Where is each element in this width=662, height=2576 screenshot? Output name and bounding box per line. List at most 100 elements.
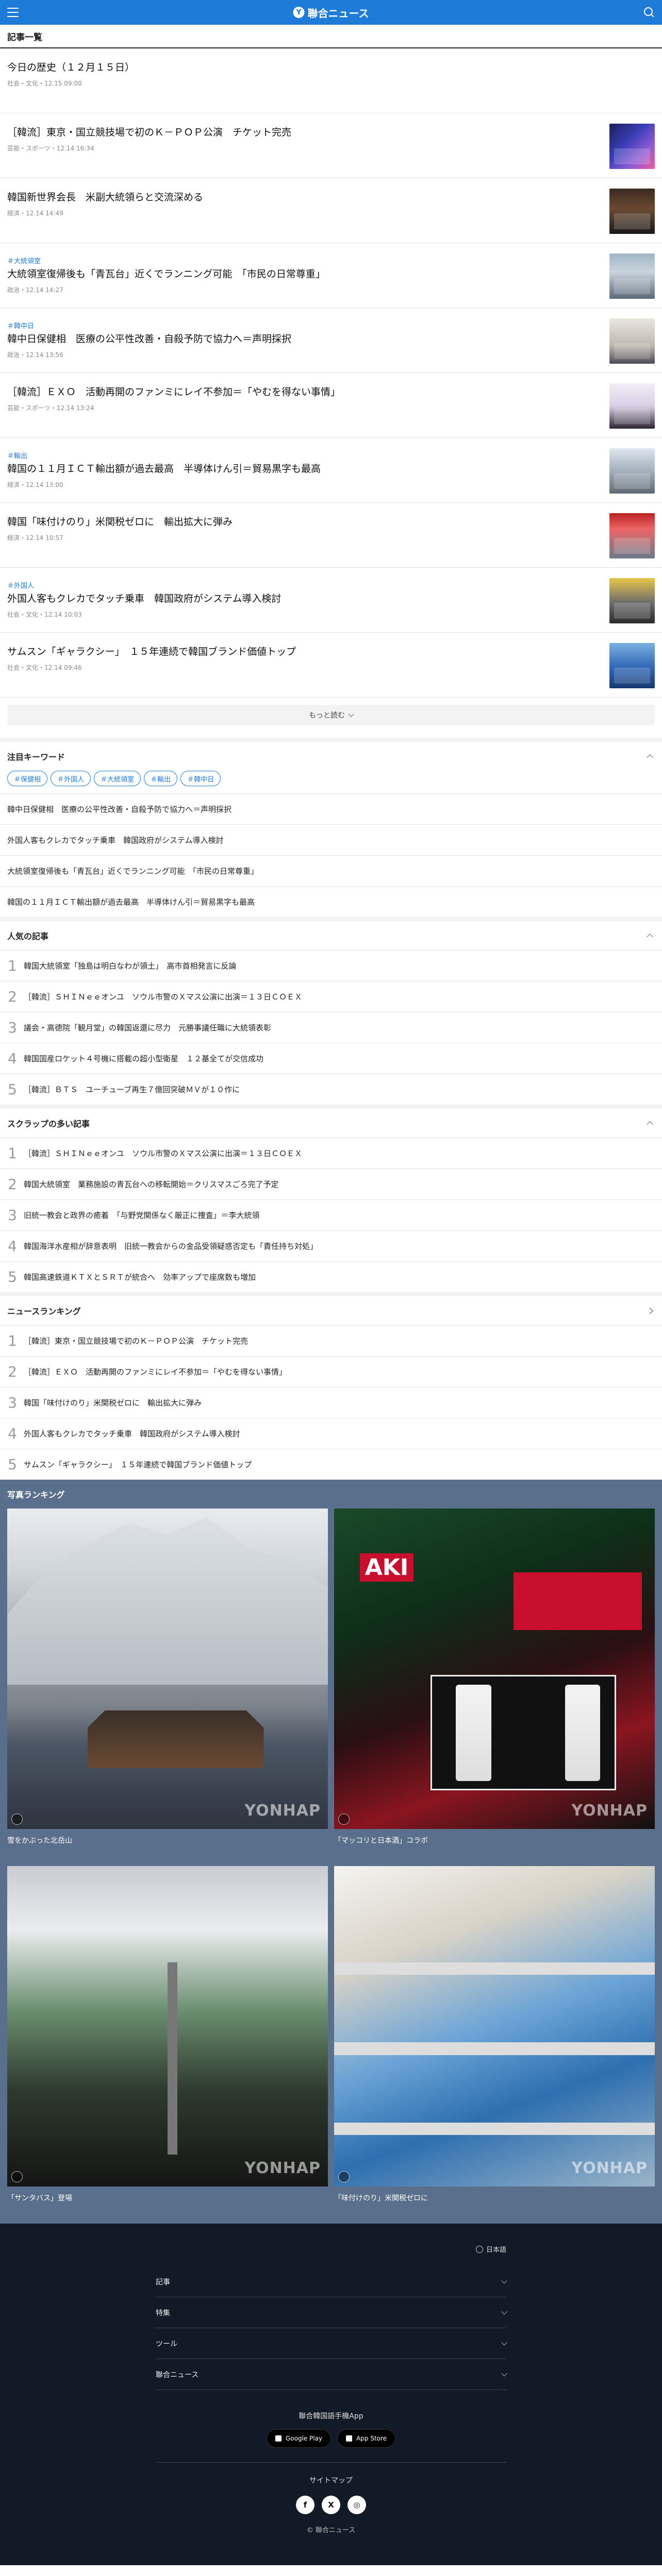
photo-image[interactable]: YONHAP	[7, 1866, 328, 2187]
article-thumbnail[interactable]	[609, 643, 655, 688]
article-thumbnail[interactable]	[609, 253, 655, 299]
ranking-headline[interactable]: 議会・高德院「観月堂」の韓国返還に尽力 元勝事議任職に大統領表彰	[24, 1022, 271, 1033]
hamburger-menu-icon[interactable]	[7, 8, 19, 17]
ranking-item[interactable]: 1 ［韓流］東京・国立競技場で初のＫ－ＰＯＰ公演 チケット完売	[0, 1325, 662, 1356]
keyword-article-link[interactable]: 韓国の１１月ＩＣＴ輸出額が過去最高 半導体けん引＝貿易黒字も最高	[0, 886, 662, 917]
photo-image[interactable]: YONHAP	[334, 1866, 655, 2187]
ranking-headline[interactable]: ［韓流］ＥＸＯ 活動再開のファンミにレイ不参加＝「やむを得ない事情」	[24, 1366, 287, 1377]
photo-card[interactable]: YONHAP 「サンタバス」登場	[7, 1866, 328, 2203]
article-tag[interactable]: ＃韓中日	[7, 320, 599, 330]
ranking-headline[interactable]: ［韓流］東京・国立競技場で初のＫ－ＰＯＰ公演 チケット完売	[24, 1335, 248, 1346]
article-item[interactable]: ＃大統領室 大統領室復帰後も「青瓦台」近くでランニング可能 「市民の日常尊重」 …	[0, 243, 662, 308]
ranking-item[interactable]: 3 議会・高德院「観月堂」の韓国返還に尽力 元勝事議任職に大統領表彰	[0, 1012, 662, 1043]
article-tag[interactable]: ＃外国人	[7, 580, 599, 590]
article-thumbnail[interactable]	[609, 383, 655, 429]
ranking-headline[interactable]: 韓国「味付けのり」米関税ゼロに 輸出拡大に弾み	[24, 1397, 202, 1408]
ranking-headline[interactable]: ［韓流］ＳＨＩＮｅｅオンユ ソウル市警のＸマス公演に出演＝１３日ＣＯＥＸ	[24, 991, 302, 1002]
article-headline[interactable]: 今日の歴史（１２月１５日）	[7, 61, 644, 75]
article-thumbnail[interactable]	[609, 578, 655, 623]
photo-image[interactable]: YONHAP	[7, 1509, 328, 1829]
photo-caption[interactable]: 「マッコリと日本酒」コラボ	[334, 1829, 655, 1845]
x-twitter-icon[interactable]: X	[322, 2496, 340, 2514]
ranking-item[interactable]: 2 ［韓流］ＥＸＯ 活動再開のファンミにレイ不参加＝「やむを得ない事情」	[0, 1356, 662, 1387]
article-headline[interactable]: 韓国「味付けのり」米関税ゼロに 輸出拡大に弾み	[7, 515, 599, 529]
chevron-right-icon[interactable]	[646, 1307, 653, 1314]
sitemap-link[interactable]: サイトマップ	[156, 2475, 506, 2485]
photo-caption[interactable]: 「サンタバス」登場	[7, 2187, 328, 2203]
article-thumbnail[interactable]	[609, 513, 655, 558]
ranking-item[interactable]: 1 韓国大統領室「独島は明白なわが領土」 高市首相発言に反論	[0, 950, 662, 981]
ranking-item[interactable]: 2 韓国大統領室 業務施設の青瓦台への移転開始＝クリスマスごろ完了予定	[0, 1168, 662, 1199]
photo-card[interactable]: YONHAP 「味付けのり」米関税ゼロに	[334, 1866, 655, 2203]
ranking-item[interactable]: 2 ［韓流］ＳＨＩＮｅｅオンユ ソウル市警のＸマス公演に出演＝１３日ＣＯＥＸ	[0, 981, 662, 1012]
ranking-item[interactable]: 1 ［韓流］ＳＨＩＮｅｅオンユ ソウル市警のＸマス公演に出演＝１３日ＣＯＥＸ	[0, 1138, 662, 1168]
ranking-item[interactable]: 4 韓国国産ロケット４号機に搭載の超小型衛星 １２基全てが交信成功	[0, 1043, 662, 1074]
article-thumbnail[interactable]	[609, 189, 655, 234]
article-item[interactable]: ＃輸出 韓国の１１月ＩＣＴ輸出額が過去最高 半導体けん引＝貿易黒字も最高 経済・…	[0, 438, 662, 503]
article-headline[interactable]: サムスン「ギャラクシー」 １５年連続で韓国ブランド価値トップ	[7, 645, 599, 659]
article-tag[interactable]: ＃大統領室	[7, 256, 599, 265]
chevron-up-icon[interactable]	[646, 1121, 653, 1128]
ranking-item[interactable]: 3 旧統一教会と政界の癒着 「与野党関係なく厳正に捜査」＝李大統領	[0, 1199, 662, 1230]
footer-menu-item[interactable]: ツール	[156, 2328, 507, 2359]
article-item[interactable]: サムスン「ギャラクシー」 １５年連続で韓国ブランド価値トップ 社会・文化・12.…	[0, 633, 662, 698]
keyword-article-link[interactable]: 大統領室復帰後も「青瓦台」近くでランニング可能 「市民の日常尊重」	[0, 855, 662, 886]
ranking-headline[interactable]: 韓国海洋水産相が辞意表明 旧統一教会からの金品受領疑惑否定も「責任持ち対処」	[24, 1241, 318, 1251]
keyword-article-link[interactable]: 韓中日保健相 医療の公平性改善・自殺予防で協力へ＝声明採択	[0, 793, 662, 824]
article-thumbnail[interactable]	[609, 448, 655, 494]
footer-menu-item[interactable]: 記事	[156, 2266, 507, 2297]
chevron-up-icon[interactable]	[646, 933, 653, 940]
article-headline[interactable]: 外国人客もクレカでタッチ乗車 韓国政府がシステム導入検討	[7, 592, 599, 606]
site-logo[interactable]: Y 聯合ニュース	[293, 5, 369, 20]
ranking-item[interactable]: 5 サムスン「ギャラクシー」 １５年連続で韓国ブランド価値トップ	[0, 1449, 662, 1480]
article-thumbnail[interactable]	[609, 124, 655, 169]
article-headline[interactable]: ［韓流］東京・国立競技場で初のＫ－ＰＯＰ公演 チケット完売	[7, 126, 599, 140]
ranking-headline[interactable]: 旧統一教会と政界の癒着 「与野党関係なく厳正に捜査」＝李大統領	[24, 1210, 260, 1221]
google-play-button[interactable]: Google Play	[266, 2429, 332, 2448]
ranking-headline[interactable]: 韓国国産ロケット４号機に搭載の超小型衛星 １２基全てが交信成功	[24, 1053, 263, 1064]
article-thumbnail[interactable]	[609, 318, 655, 364]
ranking-item[interactable]: 5 ［韓流］ＢＴＳ ユーチューブ再生７億回突破ＭＶが１０作に	[0, 1074, 662, 1105]
search-icon[interactable]	[643, 7, 655, 18]
ranking-item[interactable]: 3 韓国「味付けのり」米関税ゼロに 輸出拡大に弾み	[0, 1387, 662, 1418]
ranking-headline[interactable]: 韓国大統領室「独島は明白なわが領土」 高市首相発言に反論	[24, 960, 237, 971]
photo-caption[interactable]: 雪をかぶった北岳山	[7, 1829, 328, 1845]
facebook-icon[interactable]: f	[296, 2496, 315, 2514]
ranking-headline[interactable]: ［韓流］ＢＴＳ ユーチューブ再生７億回突破ＭＶが１０作に	[24, 1084, 240, 1095]
article-headline[interactable]: 韓中日保健相 医療の公平性改善・自殺予防で協力へ＝声明採択	[7, 332, 599, 346]
article-item[interactable]: 韓国「味付けのり」米関税ゼロに 輸出拡大に弾み 経済・12.14 10:57	[0, 503, 662, 568]
ranking-headline[interactable]: 韓国高速鉄道ＫＴＸとＳＲＴが統合へ 効率アップで座席数も増加	[24, 1272, 256, 1282]
article-item[interactable]: ［韓流］ＥＸＯ 活動再開のファンミにレイ不参加＝「やむを得ない事情」 芸能・スポ…	[0, 373, 662, 438]
read-more-button[interactable]: もっと読む	[7, 705, 655, 725]
ranking-headline[interactable]: ［韓流］ＳＨＩＮｅｅオンユ ソウル市警のＸマス公演に出演＝１３日ＣＯＥＸ	[24, 1148, 302, 1159]
article-item[interactable]: ＃韓中日 韓中日保健相 医療の公平性改善・自殺予防で協力へ＝声明採択 政治・12…	[0, 308, 662, 373]
keyword-section-header[interactable]: 注目キーワード	[0, 742, 662, 771]
popular-section-header[interactable]: 人気の記事	[0, 921, 662, 950]
other-social-icon[interactable]: ◎	[347, 2496, 366, 2514]
keyword-tag[interactable]: ＃保健相	[7, 771, 48, 786]
news-ranking-header[interactable]: ニュースランキング	[0, 1296, 662, 1325]
scrap-section-header[interactable]: スクラップの多い記事	[0, 1109, 662, 1138]
app-store-button[interactable]: App Store	[337, 2429, 396, 2448]
photo-card[interactable]: YONHAP 雪をかぶった北岳山	[7, 1509, 328, 1845]
keyword-tag[interactable]: ＃外国人	[51, 771, 91, 786]
article-headline[interactable]: 韓国の１１月ＩＣＴ輸出額が過去最高 半導体けん引＝貿易黒字も最高	[7, 462, 599, 476]
ranking-headline[interactable]: 韓国大統領室 業務施設の青瓦台への移転開始＝クリスマスごろ完了予定	[24, 1179, 279, 1190]
article-item[interactable]: ＃外国人 外国人客もクレカでタッチ乗車 韓国政府がシステム導入検討 社会・文化・…	[0, 568, 662, 633]
ranking-headline[interactable]: サムスン「ギャラクシー」 １５年連続で韓国ブランド価値トップ	[24, 1459, 252, 1470]
ranking-item[interactable]: 4 外国人客もクレカでタッチ乗車 韓国政府がシステム導入検討	[0, 1418, 662, 1449]
footer-menu-item[interactable]: 特集	[156, 2297, 507, 2328]
language-selector[interactable]: 日本語	[156, 2244, 506, 2254]
footer-menu-item[interactable]: 聯合ニュース	[156, 2359, 507, 2390]
ranking-item[interactable]: 4 韓国海洋水産相が辞意表明 旧統一教会からの金品受領疑惑否定も「責任持ち対処」	[0, 1230, 662, 1261]
photo-card[interactable]: AKI YONHAP 「マッコリと日本酒」コラボ	[334, 1509, 655, 1845]
chevron-up-icon[interactable]	[646, 754, 653, 761]
ranking-item[interactable]: 5 韓国高速鉄道ＫＴＸとＳＲＴが統合へ 効率アップで座席数も増加	[0, 1261, 662, 1292]
photo-caption[interactable]: 「味付けのり」米関税ゼロに	[334, 2187, 655, 2203]
keyword-tag[interactable]: ＃韓中日	[180, 771, 221, 786]
article-item[interactable]: 韓国新世界会長 米副大統領らと交流深める 経済・12.14 14:49	[0, 178, 662, 243]
keyword-tag[interactable]: ＃輸出	[144, 771, 178, 786]
article-headline[interactable]: 韓国新世界会長 米副大統領らと交流深める	[7, 191, 599, 205]
keyword-tag[interactable]: ＃大統領室	[94, 771, 141, 786]
article-item[interactable]: ［韓流］東京・国立競技場で初のＫ－ＰＯＰ公演 チケット完売 芸能・スポーツ・12…	[0, 113, 662, 178]
